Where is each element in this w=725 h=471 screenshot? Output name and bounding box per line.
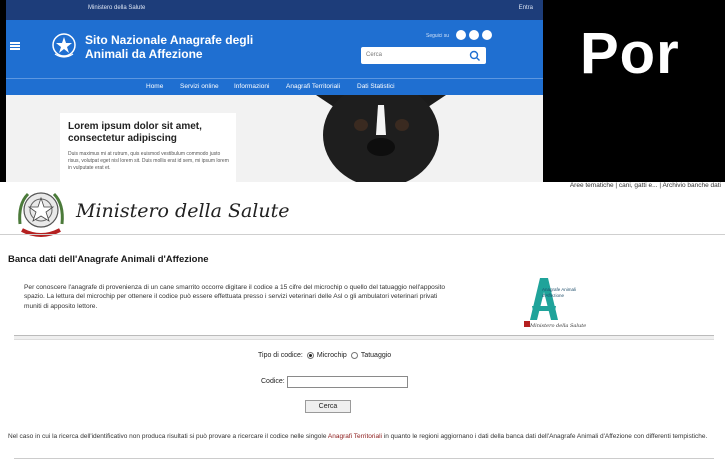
portal-hero: Lorem ipsum dolor sit amet, consectetur … [6,95,543,182]
utility-bar-text: Ministero della Salute [88,5,146,11]
territorial-registries-link[interactable]: Anagrafi Territoriali [328,433,382,440]
search-icon[interactable] [468,49,482,63]
nav-information[interactable]: Informazioni [234,83,269,90]
microchip-radio[interactable] [306,352,314,359]
social-label: Seguici su [426,33,450,39]
nav-online-services[interactable]: Servizi online [180,83,219,90]
registry-logo-text: Anagrafe Animali d'Affezione [542,287,577,298]
top-collage: Ministero della Salute Entra Sito Nazion… [0,0,725,182]
footer-note: Nel caso in cui la ricerca dell'identifi… [8,432,722,442]
search-placeholder: Cerca [366,52,383,58]
republic-emblem-icon [52,33,76,58]
login-link[interactable]: Entra [519,5,533,11]
hero-card: Lorem ipsum dolor sit amet, consectetur … [60,113,236,182]
facebook-icon[interactable] [469,30,479,40]
code-label: Codice: [261,378,285,385]
site-title[interactable]: Sito Nazionale Anagrafe degli Animali da… [85,33,285,61]
nav-home[interactable]: Home [146,83,163,90]
page-title: Banca dati dell'Anagrafe Animali d'Affez… [8,254,209,265]
utility-bar: Ministero della Salute Entra [6,0,543,20]
code-type-label: Tipo di codice: [258,352,303,359]
portal-header: Sito Nazionale Anagrafe degli Animali da… [6,20,543,78]
youtube-icon[interactable] [482,30,492,40]
tattoo-label[interactable]: Tatuaggio [361,352,391,359]
header-divider [0,234,725,235]
tattoo-radio[interactable] [350,352,358,359]
footer-text-end: in quanto le regioni aggiornano i dati d… [381,433,708,440]
registry-logo-ministry: Ministero della Salute [530,323,587,329]
bottom-divider [14,458,714,459]
code-input[interactable] [287,376,408,388]
menu-icon[interactable] [10,42,20,50]
portal-nav: Home Servizi online Informazioni Anagraf… [6,78,543,95]
code-type-row: Tipo di codice: Microchip Tatuaggio [258,352,391,359]
section-divider [14,335,714,340]
banner-title: Por [580,21,680,86]
ministry-name[interactable]: Ministero della Salute [76,200,290,222]
footer-text-start: Nel caso in cui la ricerca dell'identifi… [8,433,328,440]
nav-territorial-registries[interactable]: Anagrafi Territoriali [286,83,340,90]
intro-text: Per conoscere l'anagrafe di provenienza … [24,284,446,310]
twitter-icon[interactable] [456,30,466,40]
dog-photo [306,95,456,182]
search-button[interactable]: Cerca [305,400,351,413]
portal-screenshot: Ministero della Salute Entra Sito Nazion… [6,0,543,182]
breadcrumb[interactable]: Aree tematiche | cani, gatti e... | Arch… [570,182,721,189]
hero-text: Duis maximus mi at rutrum, quis euismod … [68,151,229,171]
microchip-label[interactable]: Microchip [317,352,347,359]
hero-title: Lorem ipsum dolor sit amet, consectetur … [68,121,202,144]
nav-statistics[interactable]: Dati Statistici [357,83,395,90]
